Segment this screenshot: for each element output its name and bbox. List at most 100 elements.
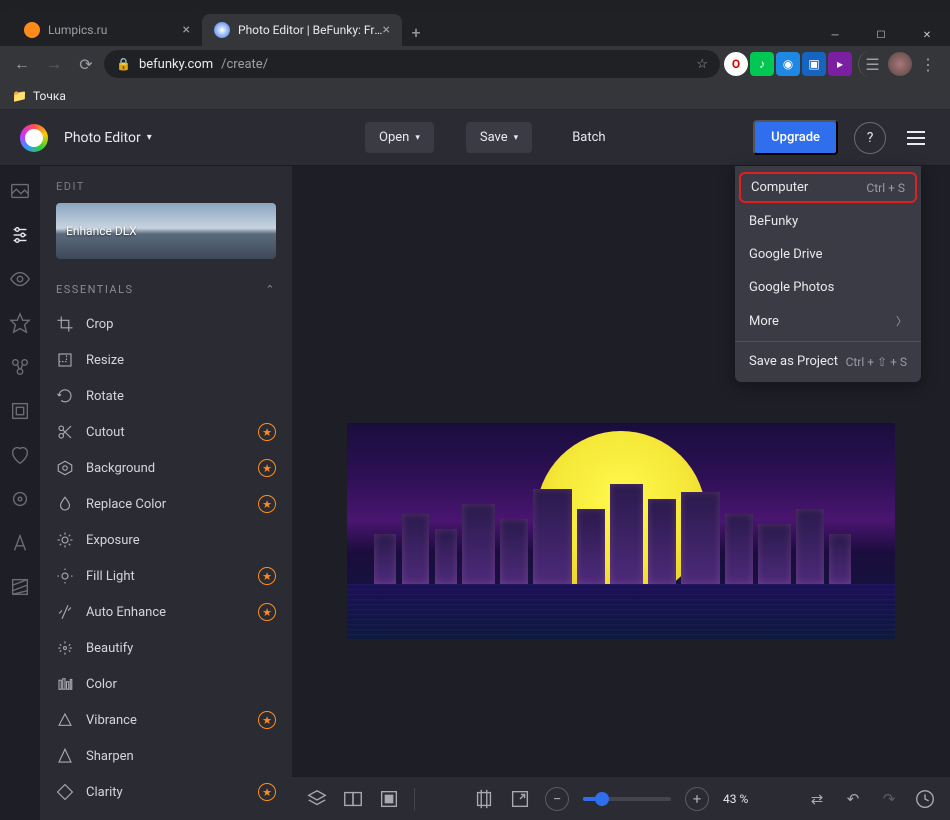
tool-background[interactable]: Background★ — [40, 450, 292, 486]
profile-avatar[interactable] — [888, 52, 912, 76]
section-header[interactable]: ESSENTIALS ⌃ — [40, 273, 292, 306]
tab-close-icon[interactable]: × — [183, 22, 190, 38]
tool-label: Vibrance — [86, 713, 137, 728]
tool-sharpen[interactable]: Sharpen — [40, 738, 292, 774]
tool-auto-enhance[interactable]: Auto Enhance★ — [40, 594, 292, 630]
forward-button[interactable]: → — [40, 50, 68, 78]
extension-icon[interactable]: O — [724, 52, 748, 76]
star-icon[interactable]: ☆ — [696, 57, 708, 72]
thumb-label: Enhance DLX — [66, 224, 137, 238]
pro-badge-icon: ★ — [258, 567, 276, 585]
fullscreen-icon[interactable] — [509, 788, 531, 810]
tool-replace-color[interactable]: Replace Color★ — [40, 486, 292, 522]
tool-beautify[interactable]: Beautify — [40, 630, 292, 666]
tab-close-icon[interactable]: × — [383, 22, 390, 38]
window-maximize-button[interactable]: ☐ — [858, 20, 904, 50]
tool-exposure[interactable]: Exposure — [40, 522, 292, 558]
rail-heart-icon[interactable] — [9, 444, 31, 466]
save-computer-item[interactable]: Computer Ctrl + S — [739, 172, 917, 203]
browser-tab[interactable]: Lumpics.ru × — [12, 14, 202, 46]
browser-address-bar: ← → ⟳ 🔒 befunky.com/create/ ☆ O ♪ ◉ ▣ ▸ … — [0, 46, 950, 82]
tool-label: Rotate — [86, 389, 124, 404]
zoom-out-button[interactable]: − — [545, 787, 569, 811]
tool-resize[interactable]: Resize — [40, 342, 292, 378]
undo-button[interactable]: ↶ — [842, 788, 864, 810]
back-button[interactable]: ← — [8, 50, 36, 78]
grid-icon[interactable] — [378, 788, 400, 810]
beautify-icon — [56, 639, 74, 657]
rail-star-icon[interactable] — [9, 312, 31, 334]
rail-image-icon[interactable] — [9, 180, 31, 202]
save-befunky-item[interactable]: BeFunky — [735, 205, 921, 238]
new-tab-button[interactable]: + — [402, 18, 430, 46]
url-host: befunky.com — [139, 57, 213, 72]
save-gphotos-item[interactable]: Google Photos — [735, 271, 921, 304]
extension-icon[interactable]: ▣ — [802, 52, 826, 76]
mode-label: Photo Editor — [64, 130, 141, 146]
sharpen-icon — [56, 747, 74, 765]
save-dropdown: Computer Ctrl + S BeFunky Google Drive G… — [735, 166, 921, 382]
compare-icon[interactable] — [342, 788, 364, 810]
tool-vibrance[interactable]: Vibrance★ — [40, 702, 292, 738]
befunky-logo-icon[interactable] — [20, 124, 48, 152]
browser-tab-active[interactable]: Photo Editor | BeFunky: Free Onli × — [202, 14, 402, 46]
tool-color[interactable]: Color — [40, 666, 292, 702]
open-button[interactable]: Open ▾ — [365, 122, 434, 153]
tool-label: Color — [86, 677, 117, 692]
exposure-icon — [56, 531, 74, 549]
mode-selector[interactable]: Photo Editor ▾ — [64, 130, 152, 146]
tool-cutout[interactable]: Cutout★ — [40, 414, 292, 450]
dd-label: Google Drive — [749, 247, 822, 262]
batch-button[interactable]: Batch — [558, 122, 619, 153]
tool-label: Exposure — [86, 533, 140, 548]
favicon-icon — [214, 22, 230, 38]
fill-light-icon — [56, 567, 74, 585]
dd-shortcut: Ctrl + S — [866, 181, 905, 195]
reading-list-icon[interactable]: ☰ — [858, 50, 886, 78]
bookmark-item[interactable]: Точка — [33, 89, 66, 103]
layers-icon[interactable] — [306, 788, 328, 810]
rail-texture-icon[interactable] — [9, 576, 31, 598]
dd-label: BeFunky — [749, 214, 798, 229]
extension-icon[interactable]: ♪ — [750, 52, 774, 76]
save-button[interactable]: Save ▾ — [466, 122, 532, 153]
zoom-slider[interactable] — [583, 797, 671, 801]
open-label: Open — [379, 130, 409, 145]
tool-crop[interactable]: Crop — [40, 306, 292, 342]
dd-label: Computer — [751, 180, 808, 195]
rail-gear-icon[interactable] — [9, 488, 31, 510]
shuffle-icon[interactable]: ⇄ — [806, 788, 828, 810]
history-icon[interactable] — [914, 788, 936, 810]
save-more-item[interactable]: More 〉 — [735, 304, 921, 338]
pro-badge-icon: ★ — [258, 423, 276, 441]
extension-icon[interactable]: ▸ — [828, 52, 852, 76]
help-button[interactable]: ? — [854, 122, 886, 154]
rail-text-icon[interactable] — [9, 532, 31, 554]
tool-fill-light[interactable]: Fill Light★ — [40, 558, 292, 594]
tab-title: Lumpics.ru — [48, 23, 107, 37]
extension-icon[interactable]: ◉ — [776, 52, 800, 76]
window-minimize-button[interactable]: ─ — [812, 20, 858, 50]
browser-menu-button[interactable]: ⋮ — [914, 50, 942, 78]
hamburger-menu-button[interactable] — [902, 131, 930, 145]
upgrade-button[interactable]: Upgrade — [753, 120, 838, 155]
rail-edit-icon[interactable] — [9, 224, 31, 246]
color-icon — [56, 675, 74, 693]
enhance-preset-thumb[interactable]: Enhance DLX — [56, 203, 276, 259]
batch-label: Batch — [572, 130, 605, 145]
rail-graphic-icon[interactable] — [9, 356, 31, 378]
edited-image[interactable] — [347, 423, 895, 639]
rail-eye-icon[interactable] — [9, 268, 31, 290]
url-field[interactable]: 🔒 befunky.com/create/ ☆ — [104, 50, 720, 78]
tool-label: Replace Color — [86, 497, 166, 512]
redo-button[interactable]: ↷ — [878, 788, 900, 810]
rail-frame-icon[interactable] — [9, 400, 31, 422]
tool-clarity[interactable]: Clarity★ — [40, 774, 292, 810]
save-gdrive-item[interactable]: Google Drive — [735, 238, 921, 271]
save-project-item[interactable]: Save as Project Ctrl + ⇧ + S — [735, 345, 921, 378]
zoom-in-button[interactable]: + — [685, 787, 709, 811]
fit-screen-icon[interactable] — [473, 788, 495, 810]
reload-button[interactable]: ⟳ — [72, 50, 100, 78]
window-close-button[interactable]: ✕ — [904, 20, 950, 50]
tool-rotate[interactable]: Rotate — [40, 378, 292, 414]
